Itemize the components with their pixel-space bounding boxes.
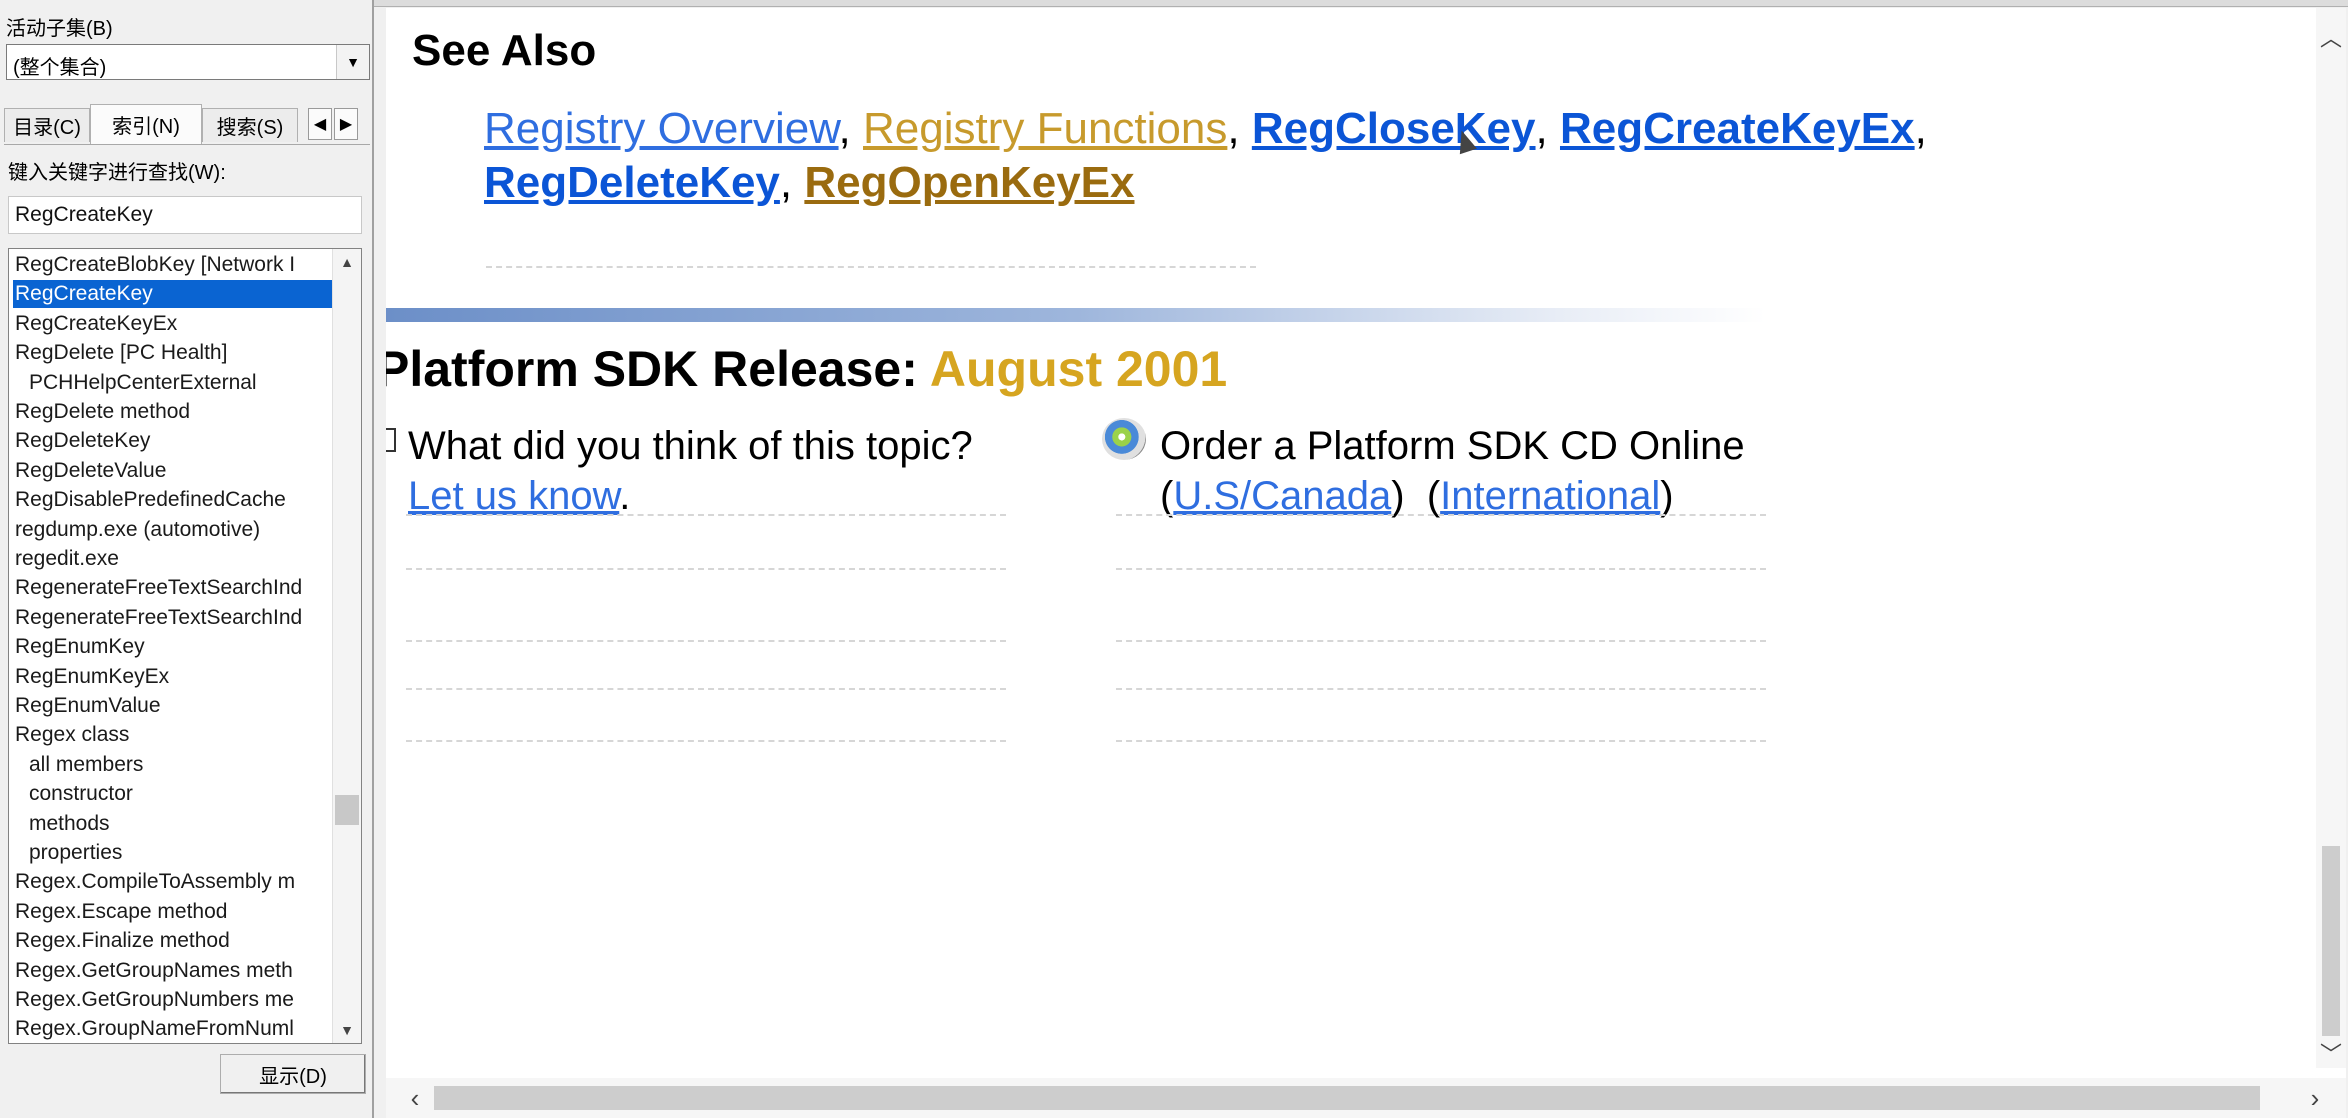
index-list-item[interactable]: RegDeleteKey — [13, 427, 333, 455]
index-list-scroll-thumb[interactable] — [335, 795, 359, 825]
scroll-left-icon[interactable]: ‹ — [398, 1078, 432, 1118]
scroll-up-icon[interactable]: ▲ — [333, 249, 361, 275]
feedback-icon — [386, 428, 396, 452]
topic-content-pane: See Also Registry Overview, Registry Fun… — [386, 8, 2346, 1118]
divider — [1116, 568, 1766, 570]
cd-order-text: Order a Platform SDK CD Online — [1160, 424, 1745, 468]
index-list-item[interactable]: regedit.exe — [13, 545, 333, 573]
link-separator: , — [1227, 104, 1240, 153]
active-subset-value: (整个集合) — [13, 57, 107, 79]
index-list-scrollbar[interactable]: ▲ ▼ — [332, 249, 361, 1043]
us-canada-link[interactable]: U.S/Canada — [1173, 474, 1391, 518]
index-list-item[interactable]: RegCreateBlobKey [Network I — [13, 251, 333, 279]
index-list-item[interactable]: RegenerateFreeTextSearchInd — [13, 604, 333, 632]
international-link[interactable]: International — [1440, 474, 1660, 518]
tab-contents[interactable]: 目录(C) — [4, 108, 90, 142]
tab-search[interactable]: 搜索(S) — [202, 108, 298, 142]
content-vertical-scroll-thumb[interactable] — [2322, 846, 2340, 1036]
scroll-right-icon[interactable]: › — [2298, 1078, 2332, 1118]
divider — [1116, 640, 1766, 642]
content-vertical-scrollbar[interactable]: ︿ ﹀ — [2316, 8, 2346, 1068]
divider — [406, 640, 1006, 642]
index-list-item[interactable]: Regex.GroupNameFromNuml — [13, 1015, 333, 1043]
release-label: Platform SDK Release: — [386, 341, 918, 397]
link-regopenkeyex[interactable]: RegOpenKeyEx — [804, 158, 1134, 207]
link-separator: , — [1535, 104, 1548, 153]
index-list-item[interactable]: RegDelete [PC Health] — [13, 339, 333, 367]
link-separator: , — [779, 158, 793, 207]
divider — [1116, 688, 1766, 690]
scroll-down-icon[interactable]: ﹀ — [2316, 1038, 2346, 1068]
index-list-item[interactable]: RegDisablePredefinedCache — [13, 486, 333, 514]
index-list-item[interactable]: all members — [13, 751, 333, 779]
feedback-period: . — [619, 474, 631, 518]
release-date: August 2001 — [929, 341, 1228, 397]
paren-close: ) — [1391, 474, 1405, 518]
index-list-item[interactable]: Regex.GetGroupNumbers me — [13, 986, 333, 1014]
keyword-search-label: 键入关键字进行查找(W): — [8, 162, 226, 184]
scroll-down-icon[interactable]: ▼ — [333, 1017, 361, 1043]
display-button[interactable]: 显示(D) — [220, 1054, 366, 1094]
index-list-item[interactable]: RegenerateFreeTextSearchInd — [13, 574, 333, 602]
cd-icon — [1102, 418, 1146, 460]
paren-open: ( — [1426, 474, 1441, 518]
scroll-up-icon[interactable]: ︿ — [2316, 22, 2346, 52]
feedback-line: Let us know. — [408, 474, 630, 519]
paren-open: ( — [1160, 474, 1174, 518]
index-list-item[interactable]: RegDeleteValue — [13, 457, 333, 485]
link-regdeletekey[interactable]: RegDeleteKey — [484, 158, 780, 207]
paren-close: ) — [1660, 474, 1674, 518]
index-list-item[interactable]: RegDelete method — [13, 398, 333, 426]
link-registry-overview[interactable]: Registry Overview — [484, 104, 839, 153]
tab-scroll-right-icon[interactable]: ▶ — [334, 108, 358, 140]
divider — [1116, 514, 1766, 516]
see-also-links-row-2: RegDeleteKey, RegOpenKeyEx — [484, 158, 1134, 208]
index-list-item[interactable]: constructor — [13, 780, 333, 808]
index-list-item[interactable]: Regex.CompileToAssembly m — [13, 868, 333, 896]
keyword-search-input[interactable] — [8, 196, 362, 234]
index-list-item[interactable]: Regex.Finalize method — [13, 927, 333, 955]
content-horizontal-scroll-thumb[interactable] — [434, 1086, 2260, 1110]
index-list-item[interactable]: RegCreateKey — [13, 280, 333, 309]
content-horizontal-scrollbar[interactable]: ‹ › — [386, 1078, 2346, 1118]
section-divider-bar — [386, 308, 1766, 322]
link-regclosekey[interactable]: RegCloseKey — [1252, 104, 1536, 153]
divider — [406, 568, 1006, 570]
index-list-item[interactable]: Regex.Escape method — [13, 898, 333, 926]
see-also-links-row-1: Registry Overview, Registry Functions, R… — [484, 104, 1927, 154]
link-regcreatekeyex[interactable]: RegCreateKeyEx — [1560, 104, 1915, 153]
divider — [486, 266, 1256, 268]
index-list-item[interactable]: RegEnumKey — [13, 633, 333, 661]
index-list-item[interactable]: RegEnumKeyEx — [13, 663, 333, 691]
tab-scroll-left-icon[interactable]: ◀ — [308, 108, 332, 140]
divider — [1116, 740, 1766, 742]
tab-index[interactable]: 索引(N) — [90, 104, 202, 144]
link-separator: , — [1914, 104, 1927, 153]
index-list-item[interactable]: properties — [13, 839, 333, 867]
see-also-heading: See Also — [412, 26, 597, 75]
navigation-pane: 活动子集(B) (整个集合) ▼ 目录(C) 索引(N) 搜索(S) ◀ ▶ 键… — [0, 0, 374, 1118]
active-subset-dropdown[interactable]: (整个集合) ▼ — [6, 44, 370, 80]
active-subset-label: 活动子集(B) — [6, 18, 113, 40]
link-separator: , — [838, 104, 851, 153]
index-list-item[interactable]: Regex class — [13, 721, 333, 749]
cd-order-links: (U.S/Canada) (International) — [1160, 474, 1674, 519]
index-list-item[interactable]: regdump.exe (automotive) — [13, 516, 333, 544]
index-list-item[interactable]: methods — [13, 810, 333, 838]
divider — [406, 688, 1006, 690]
index-list-item[interactable]: Regex.GetGroupNames meth — [13, 957, 333, 985]
divider — [406, 514, 1006, 516]
index-list[interactable]: RegCreateBlobKey [Network I RegCreateKey R… — [8, 248, 362, 1044]
feedback-question: What did you think of this topic? — [408, 424, 973, 468]
divider — [406, 740, 1006, 742]
link-registry-functions[interactable]: Registry Functions — [863, 104, 1227, 153]
release-heading: Platform SDK Release: August 2001 — [386, 340, 1227, 398]
index-list-item[interactable]: RegCreateKeyEx — [13, 310, 333, 338]
index-list-item[interactable]: RegEnumValue — [13, 692, 333, 720]
let-us-know-link[interactable]: Let us know — [408, 474, 619, 518]
dropdown-arrow-icon[interactable]: ▼ — [336, 45, 369, 79]
nav-tabs: 目录(C) 索引(N) 搜索(S) ◀ ▶ — [4, 104, 370, 145]
index-list-item[interactable]: PCHHelpCenterExternal — [13, 369, 333, 397]
